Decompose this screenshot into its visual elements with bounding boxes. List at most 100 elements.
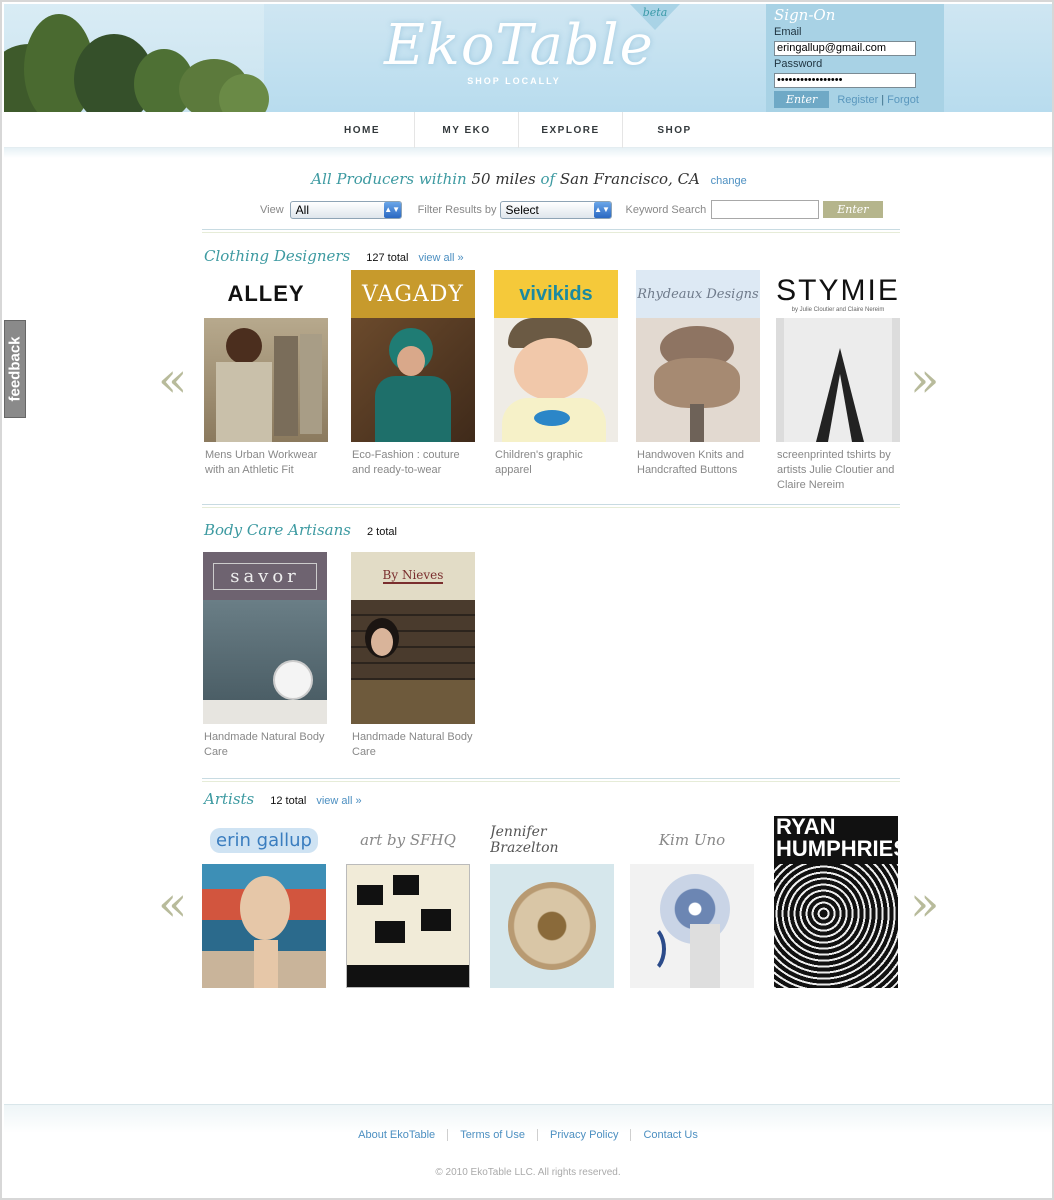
producer-card-alley[interactable]: ALLEY Mens Urban Workwear with an Athlet… (204, 270, 330, 478)
email-field[interactable] (774, 40, 916, 56)
producer-description: Children's graphic apparel (495, 449, 583, 476)
keyword-enter-button[interactable]: Enter (823, 201, 883, 218)
artist-banner: Jennifer Brazelton (490, 816, 614, 864)
clothing-section-title: Clothing Designers (204, 247, 351, 265)
producer-description: Handmade Natural Body Care (352, 731, 473, 758)
producer-card-vagady[interactable]: VAGADY Eco-Fashion : couture and ready-t… (351, 270, 477, 478)
footer-links: About EkoTable Terms of Use Privacy Poli… (4, 1129, 1052, 1141)
producer-description: Handmade Natural Body Care (204, 731, 325, 758)
keyword-label: Keyword Search (625, 203, 707, 216)
clothing-view-all-link[interactable]: view all » (418, 252, 463, 264)
location-value: San Francisco, CA (559, 170, 700, 188)
signon-title: Sign-On (774, 6, 836, 24)
producer-description: screenprinted tshirts by artists Julie C… (777, 449, 895, 491)
keyword-search-input[interactable] (711, 200, 820, 219)
password-field[interactable] (774, 72, 916, 88)
footer-link-privacy[interactable]: Privacy Policy (536, 1129, 630, 1141)
distance-value: 50 miles (471, 170, 536, 188)
producer-card-nieves[interactable]: By Nieves Handmade Natural Body Care (351, 552, 477, 760)
filter-select-value: Select (505, 202, 539, 217)
divider (202, 778, 900, 782)
artist-card-kim-uno[interactable]: Kim Uno (630, 816, 756, 988)
location-line: All Producers within 50 miles of San Fra… (2, 170, 1052, 188)
producer-banner: Rhydeaux Designs (636, 270, 760, 318)
header-trees-image (4, 4, 269, 112)
producer-photo (203, 600, 327, 724)
producer-banner: By Nieves (351, 552, 475, 600)
artist-photo (774, 864, 898, 988)
page-frame: EkoTable SHOP LOCALLY beta Sign-On Email… (0, 0, 1054, 1200)
producer-card-stymie[interactable]: STYMIE by Julie Cloutier and Claire Nere… (776, 270, 902, 493)
producer-description: Eco-Fashion : couture and ready-to-wear (352, 449, 460, 476)
footer-link-terms[interactable]: Terms of Use (447, 1129, 537, 1141)
clothing-prev-arrow[interactable]: « (158, 356, 187, 404)
nav-item-home[interactable]: HOME (310, 112, 414, 148)
producer-photo (351, 318, 475, 442)
artist-banner: RYAN HUMPHRIES (774, 816, 898, 864)
producer-photo (776, 318, 900, 442)
main-nav: HOME MY EKO EXPLORE SHOP (4, 112, 1052, 148)
artist-card-sfhq[interactable]: art by SFHQ (346, 816, 472, 988)
footer-link-contact[interactable]: Contact Us (630, 1129, 709, 1141)
view-select[interactable]: All ▲▼ (289, 200, 402, 219)
clothing-next-arrow[interactable]: » (910, 356, 939, 404)
artists-next-arrow[interactable]: » (910, 880, 939, 928)
filter-bar: View All ▲▼ Filter Results by Select ▲▼ Ke… (260, 200, 883, 219)
producer-photo (351, 600, 475, 724)
producer-photo (494, 318, 618, 442)
producer-photo (636, 318, 760, 442)
location-intro: All Producers within (311, 170, 467, 188)
producer-banner: VAGADY (351, 270, 475, 318)
body-care-count: 2 total (366, 526, 397, 538)
signon-enter-button[interactable]: Enter (774, 91, 830, 108)
register-link[interactable]: Register (837, 94, 878, 106)
artists-count: 12 total (270, 795, 307, 807)
divider (202, 229, 900, 233)
nav-shadow (4, 148, 1052, 158)
copyright-text: © 2010 EkoTable LLC. All rights reserved… (435, 1167, 621, 1178)
nav-item-explore[interactable]: EXPLORE (518, 112, 622, 148)
artists-section-title: Artists (204, 790, 255, 808)
artist-photo (630, 864, 754, 988)
artist-banner: Kim Uno (630, 816, 754, 864)
filter-select[interactable]: Select ▲▼ (499, 200, 612, 219)
ekotable-logo[interactable]: EkoTable SHOP LOCALLY (384, 13, 654, 104)
artist-card-jennifer-brazelton[interactable]: Jennifer Brazelton (490, 816, 616, 988)
producer-card-savor[interactable]: savor Handmade Natural Body Care (203, 552, 329, 760)
divider (202, 504, 900, 508)
footer-link-about[interactable]: About EkoTable (346, 1129, 447, 1141)
footer: About EkoTable Terms of Use Privacy Poli… (4, 1104, 1052, 1198)
dropdown-arrow-icon: ▲▼ (383, 201, 401, 218)
nav-item-my-eko[interactable]: MY EKO (414, 112, 518, 148)
email-label: Email (774, 26, 802, 38)
artist-banner: erin gallup (202, 816, 326, 864)
header-banner: EkoTable SHOP LOCALLY beta Sign-On Email… (4, 4, 1052, 112)
view-label: View (260, 203, 284, 216)
clothing-count: 127 total (366, 252, 409, 264)
artist-card-ryan-humphries[interactable]: RYAN HUMPHRIES (774, 816, 900, 988)
link-separator: | (881, 93, 885, 106)
artists-section-header: Artists 12 total view all » (204, 790, 362, 808)
signon-panel: Sign-On Email Password Enter Register | … (766, 4, 944, 112)
artists-prev-arrow[interactable]: « (158, 880, 187, 928)
producer-description: Mens Urban Workwear with an Athletic Fit (205, 449, 318, 476)
artist-card-erin-gallup[interactable]: erin gallup (202, 816, 328, 988)
producer-card-rhydeaux[interactable]: Rhydeaux Designs Handwoven Knits and Han… (636, 270, 762, 478)
location-of: of (540, 170, 556, 188)
change-location-link[interactable]: change (711, 175, 747, 187)
body-care-section-header: Body Care Artisans 2 total (204, 521, 397, 539)
filter-label: Filter Results by (417, 203, 497, 216)
artist-photo (202, 864, 326, 988)
logo-title: EkoTable (384, 13, 654, 78)
dropdown-arrow-icon: ▲▼ (593, 201, 611, 218)
feedback-tab[interactable]: feedback (4, 320, 26, 418)
producer-card-vivikids[interactable]: vivikids Children's graphic apparel (494, 270, 620, 478)
body-care-section-title: Body Care Artisans (204, 521, 351, 539)
artist-banner: art by SFHQ (346, 816, 470, 864)
feedback-label: feedback (6, 336, 24, 402)
nav-item-shop[interactable]: SHOP (622, 112, 726, 148)
producer-photo (204, 318, 328, 442)
artists-view-all-link[interactable]: view all » (316, 795, 361, 807)
forgot-link[interactable]: Forgot (887, 94, 919, 106)
producer-banner: savor (203, 552, 327, 600)
